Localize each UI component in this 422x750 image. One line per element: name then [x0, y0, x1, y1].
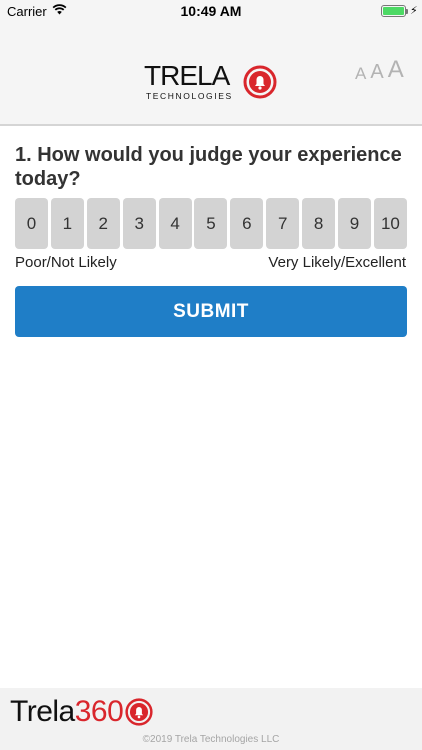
rating-option-7[interactable]: 7 — [266, 198, 300, 249]
rating-option-9[interactable]: 9 — [338, 198, 372, 249]
app-header: TRELA TECHNOLOGIES A A A — [0, 22, 422, 126]
battery-level-fill — [383, 7, 404, 15]
logo-wordmark: TRELA — [144, 60, 230, 91]
font-size-large-button[interactable]: A — [388, 58, 404, 82]
trela360-logo: Trela 360 — [10, 696, 153, 728]
font-size-medium-button[interactable]: A — [370, 62, 383, 82]
rating-option-1[interactable]: 1 — [50, 198, 84, 249]
rating-option-6[interactable]: 6 — [230, 198, 264, 249]
font-size-small-button[interactable]: A — [355, 65, 366, 82]
survey-question: 1. How would you judge your experience t… — [15, 144, 402, 190]
battery-icon — [381, 5, 406, 17]
rating-option-0[interactable]: 0 — [15, 198, 48, 249]
scale-low-label: Poor/Not Likely — [15, 254, 117, 271]
footer-brand-number: 360 — [74, 695, 124, 728]
status-time: 10:49 AM — [180, 3, 242, 19]
rating-option-10[interactable]: 10 — [373, 198, 407, 249]
rating-option-5[interactable]: 5 — [194, 198, 228, 249]
scale-high-label: Very Likely/Excellent — [268, 254, 406, 271]
charging-icon: ⚡ — [410, 5, 418, 17]
rating-scale: 0 1 2 3 4 5 6 7 8 9 10 — [15, 198, 407, 250]
rating-option-3[interactable]: 3 — [122, 198, 156, 249]
bell-badge-icon — [125, 698, 153, 726]
rating-option-4[interactable]: 4 — [158, 198, 192, 249]
rating-option-2[interactable]: 2 — [86, 198, 120, 249]
copyright-text: ©2019 Trela Technologies LLC — [142, 734, 280, 745]
rating-option-8[interactable]: 8 — [302, 198, 336, 249]
footer-brand-text: Trela — [10, 695, 75, 728]
app-footer: Trela 360 ©2019 Trela Technologies LLC — [0, 688, 422, 750]
status-bar: Carrier 10:49 AM ⚡ — [0, 0, 422, 22]
bell-badge-icon — [243, 65, 277, 99]
font-size-controls: A A A — [355, 56, 404, 83]
logo-subtitle: TECHNOLOGIES — [146, 91, 233, 101]
battery-tip — [406, 9, 408, 14]
trela-logo: TRELA TECHNOLOGIES — [144, 62, 278, 102]
submit-button[interactable]: SUBMIT — [15, 286, 407, 337]
